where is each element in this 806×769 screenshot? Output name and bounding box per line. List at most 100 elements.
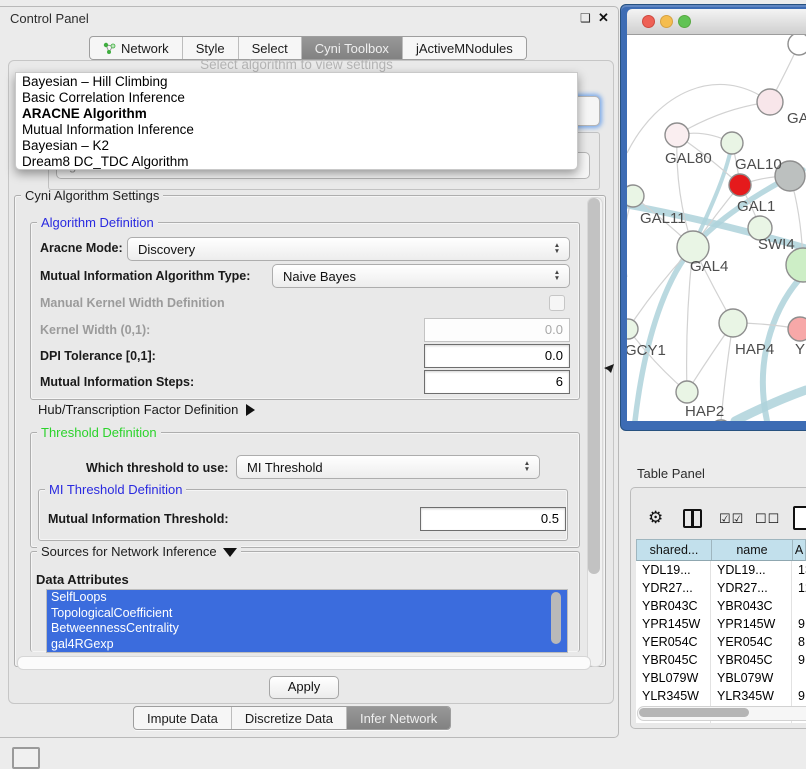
table-cell: YER054C (636, 633, 710, 651)
gear-icon[interactable]: ⚙ (648, 508, 663, 528)
collapsed-arrow-icon (246, 404, 255, 416)
close-traffic-light-icon[interactable] (642, 15, 655, 28)
table-hscrollbar-thumb[interactable] (639, 708, 749, 717)
network-canvas[interactable]: GALGAL80GAL10GAL1GAL11SWI4GAL4GCY1HAP4YH… (627, 35, 806, 421)
node-label: GAL80 (665, 150, 712, 167)
column-header[interactable]: shared... (637, 540, 711, 560)
attribute-item[interactable]: TopologicalCoefficient (47, 606, 567, 622)
network-node[interactable] (676, 381, 698, 403)
apply-button[interactable]: Apply (269, 676, 339, 699)
tab-select[interactable]: Select (238, 37, 301, 59)
which-threshold-combo[interactable]: MI Threshold ▲▼ (236, 455, 540, 479)
sources-group-title: Sources for Network Inference (37, 544, 241, 559)
network-node[interactable] (788, 317, 806, 341)
table-row[interactable]: YPR145WYPR145W9. (636, 615, 806, 633)
node-label: SWI4 (758, 236, 795, 253)
popup-item[interactable]: ARACNE Algorithm (16, 106, 577, 122)
mi-threshold-group-title: MI Threshold Definition (45, 482, 186, 497)
network-node[interactable] (627, 185, 644, 207)
combo-arrows-icon: ▲▼ (549, 270, 569, 282)
algorithm-select-placeholder[interactable]: Select algorithm to view settings (15, 57, 578, 72)
minimize-traffic-light-icon[interactable] (660, 15, 673, 28)
aracne-mode-combo[interactable]: Discovery ▲▼ (127, 237, 570, 261)
document-icon[interactable] (793, 506, 806, 530)
network-node[interactable] (786, 248, 806, 282)
tab-style[interactable]: Style (182, 37, 238, 59)
cyni-settings-title: Cyni Algorithm Settings (21, 188, 163, 203)
kernel-width-input[interactable]: 0.0 (424, 318, 570, 342)
table-cell: YBR043C (710, 597, 791, 615)
table-cell: 13 (791, 561, 806, 579)
attributes-scrollbar-thumb[interactable] (551, 592, 561, 644)
network-node[interactable] (719, 309, 747, 337)
popup-item[interactable]: Basic Correlation Inference (16, 90, 577, 106)
checked-boxes-icon[interactable]: ☑☑ (719, 511, 744, 527)
dpi-tolerance-label: DPI Tolerance [0,1]: (40, 349, 156, 363)
table-row[interactable]: YBR043CYBR043C (636, 597, 806, 615)
tab-network[interactable]: Network (90, 37, 182, 59)
float-window-icon[interactable]: ❑ (580, 11, 591, 25)
network-node[interactable] (757, 89, 783, 115)
mi-type-combo[interactable]: Naive Bayes ▲▼ (272, 264, 570, 288)
table-cell: YPR145W (636, 615, 710, 633)
manual-kernel-checkbox[interactable] (549, 295, 565, 311)
mi-type-label: Mutual Information Algorithm Type: (40, 269, 250, 283)
network-node[interactable] (710, 420, 732, 421)
tab-cyni-toolbox[interactable]: Cyni Toolbox (301, 37, 402, 59)
column-header[interactable]: A (792, 540, 805, 560)
network-node[interactable] (788, 35, 806, 55)
network-node[interactable] (665, 123, 689, 147)
table-row[interactable]: YLR345WYLR345W9. (636, 687, 806, 705)
unchecked-boxes-icon[interactable]: ☐☐ (755, 511, 780, 527)
network-node[interactable] (729, 174, 751, 196)
hub-definition-toggle[interactable]: Hub/Transcription Factor Definition (38, 402, 255, 417)
mi-steps-label: Mutual Information Steps: (40, 375, 194, 389)
close-window-icon[interactable]: ✕ (598, 10, 609, 26)
horizontal-scrollbar[interactable] (17, 656, 591, 670)
table-cell: YLR345W (710, 687, 791, 705)
attribute-item[interactable]: gal4RGexp (47, 637, 567, 653)
table-row[interactable]: YDL19...YDL19...13 (636, 561, 806, 579)
table-cell: YER054C (710, 633, 791, 651)
dpi-tolerance-input[interactable]: 0.0 (424, 344, 570, 368)
split-columns-icon[interactable] (683, 509, 702, 528)
network-node[interactable] (721, 132, 743, 154)
zoom-traffic-light-icon[interactable] (678, 15, 691, 28)
settings-scrollbar-thumb[interactable] (588, 198, 600, 574)
mi-steps-input[interactable]: 6 (424, 370, 570, 394)
popup-item[interactable]: Bayesian – Hill Climbing (16, 74, 577, 90)
table-row[interactable]: YER054CYER054C8. (636, 633, 806, 651)
popup-item[interactable]: Dream8 DC_TDC Algorithm (16, 154, 577, 170)
node-label: HAP2 (685, 403, 724, 420)
table-cell: YDR27... (710, 579, 791, 597)
table-cell: YDR27... (636, 579, 710, 597)
column-header[interactable]: name (711, 540, 792, 560)
table-row[interactable]: YDR27...YDR27...12 (636, 579, 806, 597)
tab-impute-data[interactable]: Impute Data (134, 707, 231, 729)
attribute-item[interactable]: SelfLoops (47, 590, 567, 606)
aracne-mode-label: Aracne Mode: (40, 241, 123, 255)
node-label: GAL1 (737, 198, 775, 215)
table-row[interactable]: YBL079WYBL079W (636, 669, 806, 687)
mi-threshold-input[interactable]: 0.5 (420, 507, 566, 531)
tab-jactivemnodules[interactable]: jActiveMNodules (402, 37, 526, 59)
algorithm-definition-title: Algorithm Definition (37, 215, 158, 230)
split-columns-divider (691, 511, 694, 526)
tab-discretize-data[interactable]: Discretize Data (231, 707, 346, 729)
table-cell: 9. (791, 651, 806, 669)
table-row[interactable]: YBR045CYBR045C9. (636, 651, 806, 669)
table-cell: YDL19... (636, 561, 710, 579)
collapsed-panel-widget[interactable] (12, 747, 40, 769)
network-icon (103, 42, 116, 55)
popup-item[interactable]: Mutual Information Inference (16, 122, 577, 138)
table-panel-title: Table Panel (637, 466, 705, 481)
attribute-item[interactable]: BetweennessCentrality (47, 621, 567, 637)
table-cell: 9. (791, 687, 806, 705)
popup-item[interactable]: Bayesian – K2 (16, 138, 577, 154)
combo-arrows-icon: ▲▼ (549, 243, 569, 255)
network-node[interactable] (627, 319, 638, 339)
table-header-row: shared...nameA (636, 539, 806, 561)
tab-infer-network[interactable]: Infer Network (346, 707, 450, 729)
threshold-definition-title: Threshold Definition (37, 425, 161, 440)
tab-label: Select (252, 41, 288, 56)
